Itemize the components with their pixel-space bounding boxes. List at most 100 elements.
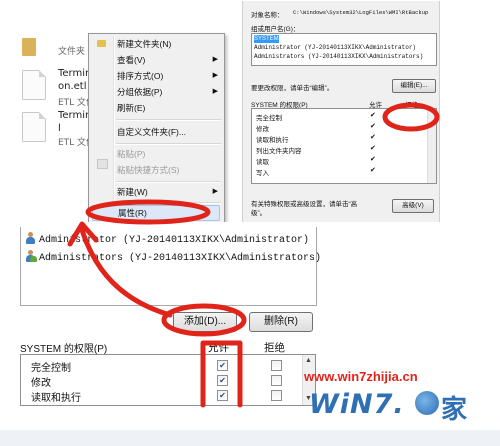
submenu-arrow-icon: ▶ xyxy=(212,56,218,63)
allow-check-icon: ✔ xyxy=(370,134,376,141)
object-name-value: C:\Windows\System32\LogFiles\WMI\RtBacku… xyxy=(293,9,429,16)
menu-item-label: 新建(W) xyxy=(117,187,148,197)
paste-icon xyxy=(97,159,108,169)
watermark-logo: WiN7. 家 xyxy=(309,387,494,425)
submenu-arrow-icon: ▶ xyxy=(212,88,218,95)
folder-icon[interactable] xyxy=(22,38,36,56)
menu-item-group-by[interactable]: 分组依据(P) ▶ xyxy=(117,85,220,99)
menu-item-paste-shortcut[interactable]: 粘贴快捷方式(S) xyxy=(117,163,220,177)
user-list-item[interactable]: Administrators (YJ-20140113XIKX\Administ… xyxy=(25,250,321,264)
permission-name: 读取和执行 xyxy=(256,137,289,144)
allow-check-icon: ✔ xyxy=(370,145,376,152)
object-name-label: 对象名称： xyxy=(251,12,284,19)
allow-checkbox[interactable]: ✔ xyxy=(217,375,228,386)
allow-checkbox[interactable]: ✔ xyxy=(217,360,228,371)
menu-item-new[interactable]: 新建(W) ▶ xyxy=(117,185,220,199)
group-or-user-list: Administrator (YJ-20140113XIKX\Administr… xyxy=(20,227,321,306)
menu-item-new-folder[interactable]: 新建文件夹(N) xyxy=(117,37,220,51)
menu-item-label: 分组依据(P) xyxy=(117,87,163,97)
deny-checkbox[interactable] xyxy=(271,360,282,371)
etl-file-icon[interactable] xyxy=(22,112,46,142)
security-tab-panel: 对象名称： C:\Windows\System32\LogFiles\WMI\R… xyxy=(242,1,440,224)
permission-name: 读取 xyxy=(256,159,269,166)
folder-type-label: 文件夹 xyxy=(58,47,86,57)
permission-row: 读取 xyxy=(256,156,269,166)
menu-item-label: 自定义文件夹(F)... xyxy=(117,127,186,137)
permission-name: 修改 xyxy=(256,126,269,133)
permission-name: 完全控制 xyxy=(31,363,71,374)
permission-row: 读取和执行 xyxy=(256,134,289,144)
permission-row: 写入 xyxy=(256,167,269,177)
group-or-user-label: 组或用户名(G)： xyxy=(251,26,300,33)
menu-separator xyxy=(116,119,221,121)
etl-file-icon[interactable] xyxy=(22,70,46,100)
user-list-item[interactable]: Administrator (YJ-20140113XIKX\Administr… xyxy=(25,232,309,246)
permission-name: 修改 xyxy=(31,378,51,389)
permission-row: 完全控制 xyxy=(256,112,282,122)
menu-separator xyxy=(116,143,221,145)
scroll-up-icon[interactable]: ▲ xyxy=(305,357,312,364)
allow-column-header: 允许 xyxy=(208,342,229,354)
user-name: Administrator (YJ-20140113XIKX\Administr… xyxy=(39,235,310,246)
allow-check-icon: ✔ xyxy=(370,167,376,174)
menu-item-paste[interactable]: 粘贴(P) xyxy=(117,147,220,161)
panel-frame: 对象名称： C:\Windows\System32\LogFiles\WMI\R… xyxy=(242,1,440,33)
explorer-file-list: 文件夹 Terminal on.etl ETL 文件 Terminal l ET… xyxy=(0,0,96,222)
permission-row: 完全控制 xyxy=(31,359,71,374)
menu-item-customize-folder[interactable]: 自定义文件夹(F)... xyxy=(117,125,220,139)
advanced-button[interactable]: 高级(V) xyxy=(392,199,434,213)
permissions-list: 完全控制 修改 读取和执行 ✔ ✔ ✔ ▲ ▼ xyxy=(20,354,316,406)
logo-text: WiN7. xyxy=(309,389,405,420)
menu-item-label: 查看(V) xyxy=(117,55,146,65)
file-name-continued[interactable]: on.etl xyxy=(58,81,87,92)
allow-check-icon: ✔ xyxy=(370,112,376,119)
menu-item-label: 排序方式(O) xyxy=(117,71,164,81)
user-group-icon xyxy=(25,250,37,262)
menu-separator xyxy=(116,181,221,183)
menu-item-properties[interactable]: 属性(R) xyxy=(92,205,220,221)
menu-gutter xyxy=(113,36,115,220)
permission-name: 完全控制 xyxy=(256,115,282,122)
add-button[interactable]: 添加(D)... xyxy=(173,312,237,332)
advanced-hint-text-continued: 级”。 xyxy=(251,210,267,217)
menu-separator xyxy=(116,202,221,204)
permission-row: 修改 xyxy=(31,374,51,389)
menu-item-label: 粘贴(P) xyxy=(117,149,146,159)
advanced-hint-text: 有关特殊权限或高级设置，请单击“高 xyxy=(251,201,358,208)
permissions-scrollbar[interactable] xyxy=(427,109,436,183)
user-list: SYSTEM Administrator (YJ-20140113XIKX\Ad… xyxy=(251,33,437,66)
windows-logo-icon xyxy=(415,391,439,415)
permission-name: 列出文件夹内容 xyxy=(256,148,302,155)
user-name: SYSTEM xyxy=(254,36,279,42)
edit-button[interactable]: 编辑(E)... xyxy=(392,79,436,93)
user-list-item[interactable]: Administrators (YJ-20140113XIKX\Administ… xyxy=(254,53,423,61)
file-name-continued[interactable]: l xyxy=(58,123,61,134)
logo-text-cn: 家 xyxy=(441,395,468,425)
allow-checkbox[interactable]: ✔ xyxy=(217,390,228,401)
menu-item-refresh[interactable]: 刷新(E) xyxy=(117,101,220,115)
watermark-url: www.win7zhijia.cn xyxy=(304,369,418,384)
menu-item-sort-by[interactable]: 排序方式(O) ▶ xyxy=(117,69,220,83)
user-list-item[interactable]: SYSTEM xyxy=(254,35,279,43)
menu-item-label: 新建文件夹(N) xyxy=(117,39,172,49)
permission-row: 修改 xyxy=(256,123,269,133)
submenu-arrow-icon: ▶ xyxy=(212,72,218,79)
permissions-list: 完全控制 修改 读取和执行 列出文件夹内容 读取 写入 ✔ ✔ ✔ ✔ ✔ ✔ xyxy=(251,108,437,184)
menu-item-label: 粘贴快捷方式(S) xyxy=(117,165,180,175)
footer-band xyxy=(0,430,500,446)
deny-checkbox[interactable] xyxy=(271,375,282,386)
user-name: Administrator (YJ-20140113XIKX\Administr… xyxy=(254,44,417,51)
user-list-item[interactable]: Administrator (YJ-20140113XIKX\Administr… xyxy=(254,44,416,52)
remove-button[interactable]: 删除(R) xyxy=(249,312,313,332)
new-folder-icon xyxy=(97,40,106,47)
submenu-arrow-icon: ▶ xyxy=(212,188,218,195)
context-menu: 新建文件夹(N) 查看(V) ▶ 排序方式(O) ▶ 分组依据(P) ▶ 刷新(E) … xyxy=(88,33,225,223)
menu-item-view[interactable]: 查看(V) ▶ xyxy=(117,53,220,67)
permissions-label: SYSTEM 的权限(P) xyxy=(20,344,108,355)
deny-checkbox[interactable] xyxy=(271,390,282,401)
menu-item-label: 刷新(E) xyxy=(117,103,146,113)
deny-column-header: 拒绝 xyxy=(264,342,285,354)
permission-name: 读取和执行 xyxy=(31,393,81,404)
allow-check-icon: ✔ xyxy=(370,156,376,163)
permission-name: 写入 xyxy=(256,170,269,177)
